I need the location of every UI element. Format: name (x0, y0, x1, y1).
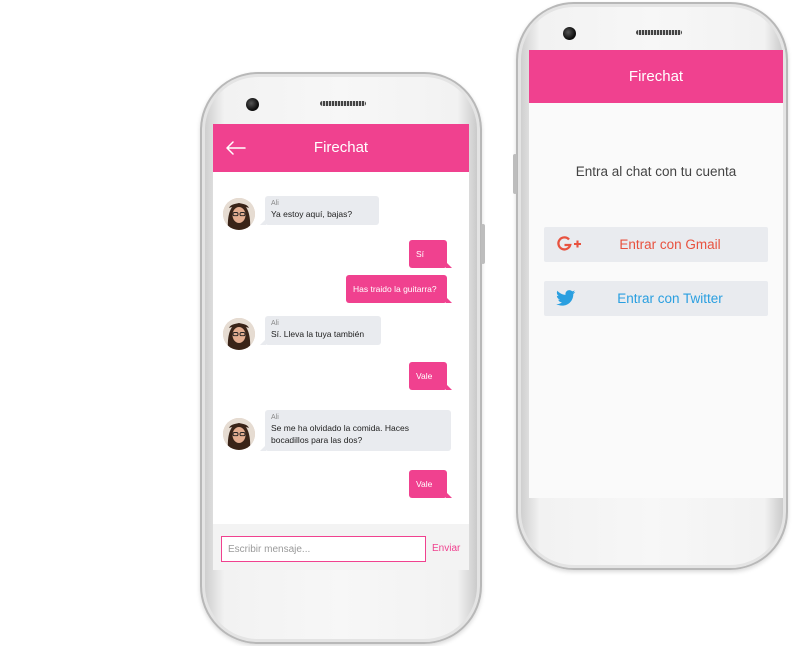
avatar (223, 198, 255, 230)
arrow-left-icon[interactable] (226, 141, 246, 155)
message-text: Vale (416, 371, 433, 381)
message-text: Has traido la guitarra? (353, 284, 437, 294)
message-text: Ya estoy aquí, bajas? (271, 209, 353, 219)
message-composer: Enviar (213, 524, 469, 570)
message-list[interactable]: Ali Ya estoy aquí, bajas? Sí Has traido … (213, 172, 469, 524)
volume-button (481, 224, 485, 264)
phone-frame-chat: Firechat Ali Ya estoy aquí, bajas? Sí Ha… (200, 72, 485, 644)
message-bubble-incoming: Ali Sí. Lleva la tuya también (260, 316, 381, 345)
message-text: Vale (416, 479, 433, 489)
message-input[interactable] (221, 536, 426, 562)
message-sender: Ali (271, 414, 279, 421)
message-bubble-outgoing: Vale (409, 362, 452, 390)
login-twitter-label: Entrar con Twitter (617, 291, 723, 306)
login-app-bar: Firechat (529, 50, 783, 103)
message-bubble-outgoing: Vale (409, 470, 452, 498)
phone-frame-login: Firechat Entra al chat con tu cuenta Ent… (513, 2, 788, 570)
message-sender: Ali (271, 200, 279, 207)
send-button[interactable]: Enviar (432, 536, 460, 562)
message-bubble-outgoing: Sí (409, 240, 452, 268)
front-camera (246, 98, 259, 111)
front-camera (563, 27, 576, 40)
message-sender: Ali (271, 320, 279, 327)
login-title: Firechat (628, 68, 684, 85)
message-text: Sí. Lleva la tuya también (271, 329, 365, 339)
chat-title: Firechat (313, 139, 369, 156)
avatar (223, 318, 255, 350)
message-text: Sí (416, 249, 425, 259)
avatar (223, 418, 255, 450)
earpiece-speaker (636, 30, 682, 35)
login-gmail-button[interactable]: Entrar con Gmail (544, 227, 768, 262)
earpiece-speaker (320, 101, 366, 106)
message-bubble-incoming: Ali Se me ha olvidado la comida. Haces b… (260, 410, 451, 451)
message-bubble-incoming: Ali Ya estoy aquí, bajas? (260, 196, 379, 225)
message-text: Se me ha olvidado la comida. Haces bocad… (271, 423, 409, 445)
chat-screen: Firechat Ali Ya estoy aquí, bajas? Sí Ha… (213, 124, 469, 570)
login-prompt: Entra al chat con tu cuenta (575, 164, 737, 179)
chat-app-bar: Firechat (213, 124, 469, 172)
login-screen: Firechat Entra al chat con tu cuenta Ent… (529, 50, 783, 498)
login-twitter-button[interactable]: Entrar con Twitter (544, 281, 768, 316)
volume-button (513, 154, 517, 194)
message-bubble-outgoing: Has traido la guitarra? (346, 275, 452, 303)
login-gmail-label: Entrar con Gmail (619, 237, 721, 252)
